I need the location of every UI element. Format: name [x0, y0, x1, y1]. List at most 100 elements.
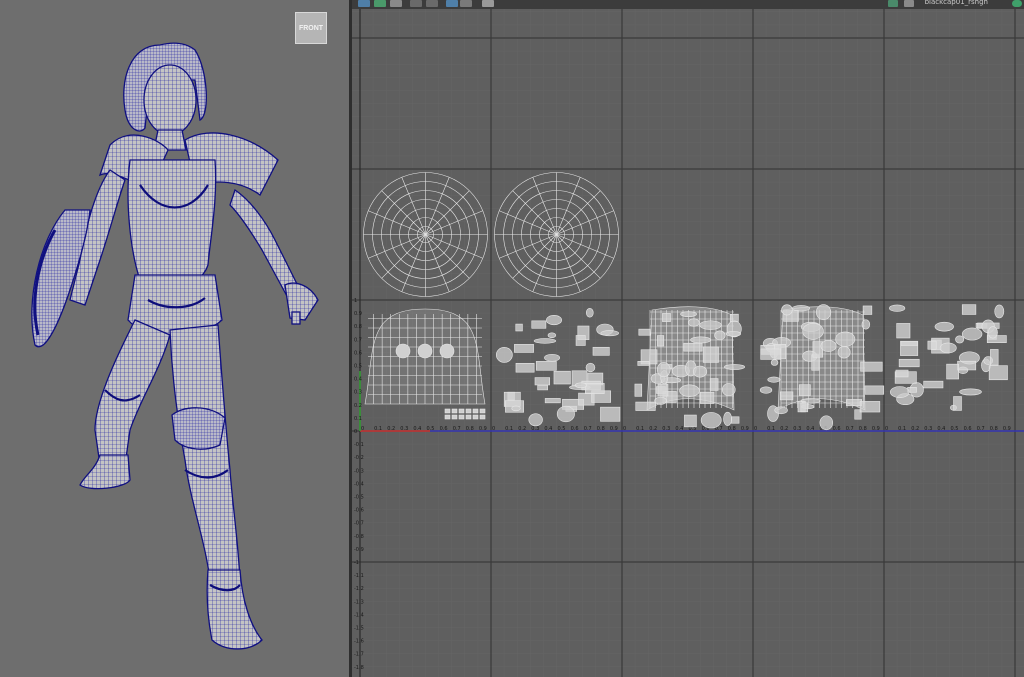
- v-axis-label: -1: [354, 560, 359, 566]
- v-axis-labels: 1 0.9 0.8 0.7 0.6 0.5 0.4 0.3 0.2 0.1 0 -0.1 -0.2 -0.…: [354, 298, 364, 671]
- v-axis-label: -1.6: [354, 639, 364, 645]
- v-axis-label: -0.7: [354, 521, 364, 527]
- uv-toolbar: blackcap01_rshgh: [352, 0, 1024, 9]
- v-axis-label: 0: [354, 429, 357, 435]
- u-axis-label: 0.3: [662, 426, 670, 432]
- u-axis-label: 0.9: [741, 426, 749, 432]
- perspective-viewport[interactable]: FRONT: [0, 0, 349, 677]
- u-axis-label: 0.9: [1003, 426, 1011, 432]
- v-axis-label: -1.3: [354, 599, 364, 605]
- v-axis-label: 0.4: [354, 377, 362, 383]
- v-axis-label: -0.1: [354, 442, 364, 448]
- u-axis-label: 0.8: [728, 426, 736, 432]
- camera-icon[interactable]: [460, 0, 472, 7]
- uv-shell-icon[interactable]: [482, 0, 494, 7]
- v-axis-label: -0.2: [354, 455, 364, 461]
- u-axis-label: 0.7: [846, 426, 854, 432]
- u-axis-label: 0.3: [924, 426, 932, 432]
- isolate-icon[interactable]: [446, 0, 458, 7]
- u-axis-label: 0.4: [413, 426, 421, 432]
- uv-editor-panel[interactable]: 1 0.9 0.8 0.7 0.6 0.5 0.4 0.3 0.2 0.1 0 -0.1 -0.2 -0.…: [352, 0, 1024, 677]
- u-axis-label: 0.7: [584, 426, 592, 432]
- u-axis-label: 0.9: [479, 426, 487, 432]
- u-axis-label: 0.3: [531, 426, 539, 432]
- u-axis-label: 0.5: [558, 426, 566, 432]
- u-axis-label: 0.3: [793, 426, 801, 432]
- u-axis-label: 0.2: [911, 426, 919, 432]
- shaded-uv-icon[interactable]: [374, 0, 386, 7]
- u-axis-label: 0.7: [453, 426, 461, 432]
- uv-grid[interactable]: 1 0.9 0.8 0.7 0.6 0.5 0.4 0.3 0.2 0.1 0 -0.1 -0.2 -0.…: [352, 0, 1024, 677]
- v-axis-label: -0.4: [354, 481, 364, 487]
- v-axis-label: 0.2: [354, 403, 362, 409]
- u-axis-label: 0: [361, 426, 364, 432]
- uv-shell-group[interactable]: [495, 307, 621, 427]
- u-axis-label: 0.8: [466, 426, 474, 432]
- frame-icon[interactable]: [410, 0, 422, 7]
- v-axis-label: -0.3: [354, 468, 364, 474]
- v-axis-label: -0.8: [354, 534, 364, 540]
- u-axis-label: 0: [754, 426, 757, 432]
- settings-icon[interactable]: [904, 0, 914, 7]
- v-axis-label: 0.3: [354, 390, 362, 396]
- v-axis-label: -1.4: [354, 612, 364, 618]
- u-axis-label: 0.6: [833, 426, 841, 432]
- u-axis-label: 0.8: [859, 426, 867, 432]
- uv-shell-group[interactable]: [889, 304, 1008, 411]
- u-axis-label: 0.4: [806, 426, 814, 432]
- v-axis-label: -0.9: [354, 547, 364, 553]
- u-axis-label: 0.4: [675, 426, 683, 432]
- u-axis-label: 0.8: [597, 426, 605, 432]
- u-axis-label: 0.4: [544, 426, 552, 432]
- v-axis-label: 0.1: [354, 416, 362, 422]
- u-axis-label: 0.3: [400, 426, 408, 432]
- v-axis-label: 0.6: [354, 350, 362, 356]
- camera-label[interactable]: FRONT: [295, 12, 327, 44]
- v-axis-label: -0.6: [354, 508, 364, 514]
- u-axis-label: 0.8: [990, 426, 998, 432]
- uv-shells: [363, 172, 1008, 431]
- v-axis-label: 0.8: [354, 324, 362, 330]
- v-axis-label: -1.5: [354, 626, 364, 632]
- u-axis-label: 0.1: [636, 426, 644, 432]
- v-axis-label: -1.1: [354, 573, 364, 579]
- u-axis-label: 0.1: [505, 426, 513, 432]
- u-axis-label: 0.6: [571, 426, 579, 432]
- u-axis-label: 0.1: [767, 426, 775, 432]
- u-axis-label: 0.9: [872, 426, 880, 432]
- v-axis-label: 1: [354, 298, 357, 304]
- v-axis-label: -1.8: [354, 665, 364, 671]
- uv-shell-face[interactable]: [364, 308, 486, 420]
- character-wireframe[interactable]: [0, 0, 349, 677]
- u-axis-label: 0.5: [427, 426, 435, 432]
- v-axis-label: -1.2: [354, 586, 364, 592]
- settings-icon[interactable]: [888, 0, 898, 7]
- u-axis-label: 0.5: [951, 426, 959, 432]
- u-axis-label: 0.7: [977, 426, 985, 432]
- u-axis-label: 0.9: [610, 426, 618, 432]
- u-axis-label: 0: [492, 426, 495, 432]
- u-axis-label: 0.6: [964, 426, 972, 432]
- v-axis-label: -0.5: [354, 495, 364, 501]
- u-axis-label: 0.6: [440, 426, 448, 432]
- u-axis-label: 0.4: [937, 426, 945, 432]
- u-axis-label: 0: [623, 426, 626, 432]
- v-axis-label: -1.7: [354, 652, 364, 658]
- v-axis-label: 0.7: [354, 337, 362, 343]
- u-axis-label: 0.2: [649, 426, 657, 432]
- u-axis-label: 0.1: [374, 426, 382, 432]
- grid-icon[interactable]: [426, 0, 438, 7]
- checker-icon[interactable]: [358, 0, 370, 7]
- u-axis-label: 0.1: [898, 426, 906, 432]
- v-axis-label: 0.5: [354, 364, 362, 370]
- uv-shell-eye[interactable]: [363, 172, 488, 297]
- mesh-name: blackcap01_rshgh: [924, 0, 988, 6]
- u-axis-label: 0: [885, 426, 888, 432]
- uv-shell-eye[interactable]: [494, 172, 619, 297]
- image-icon[interactable]: [390, 0, 402, 7]
- settings-icon[interactable]: [1012, 0, 1022, 7]
- v-axis-label: 0.9: [354, 311, 362, 317]
- u-axis-label: 0.2: [387, 426, 395, 432]
- u-axis-label: 0.2: [780, 426, 788, 432]
- u-axis-label: 0.2: [518, 426, 526, 432]
